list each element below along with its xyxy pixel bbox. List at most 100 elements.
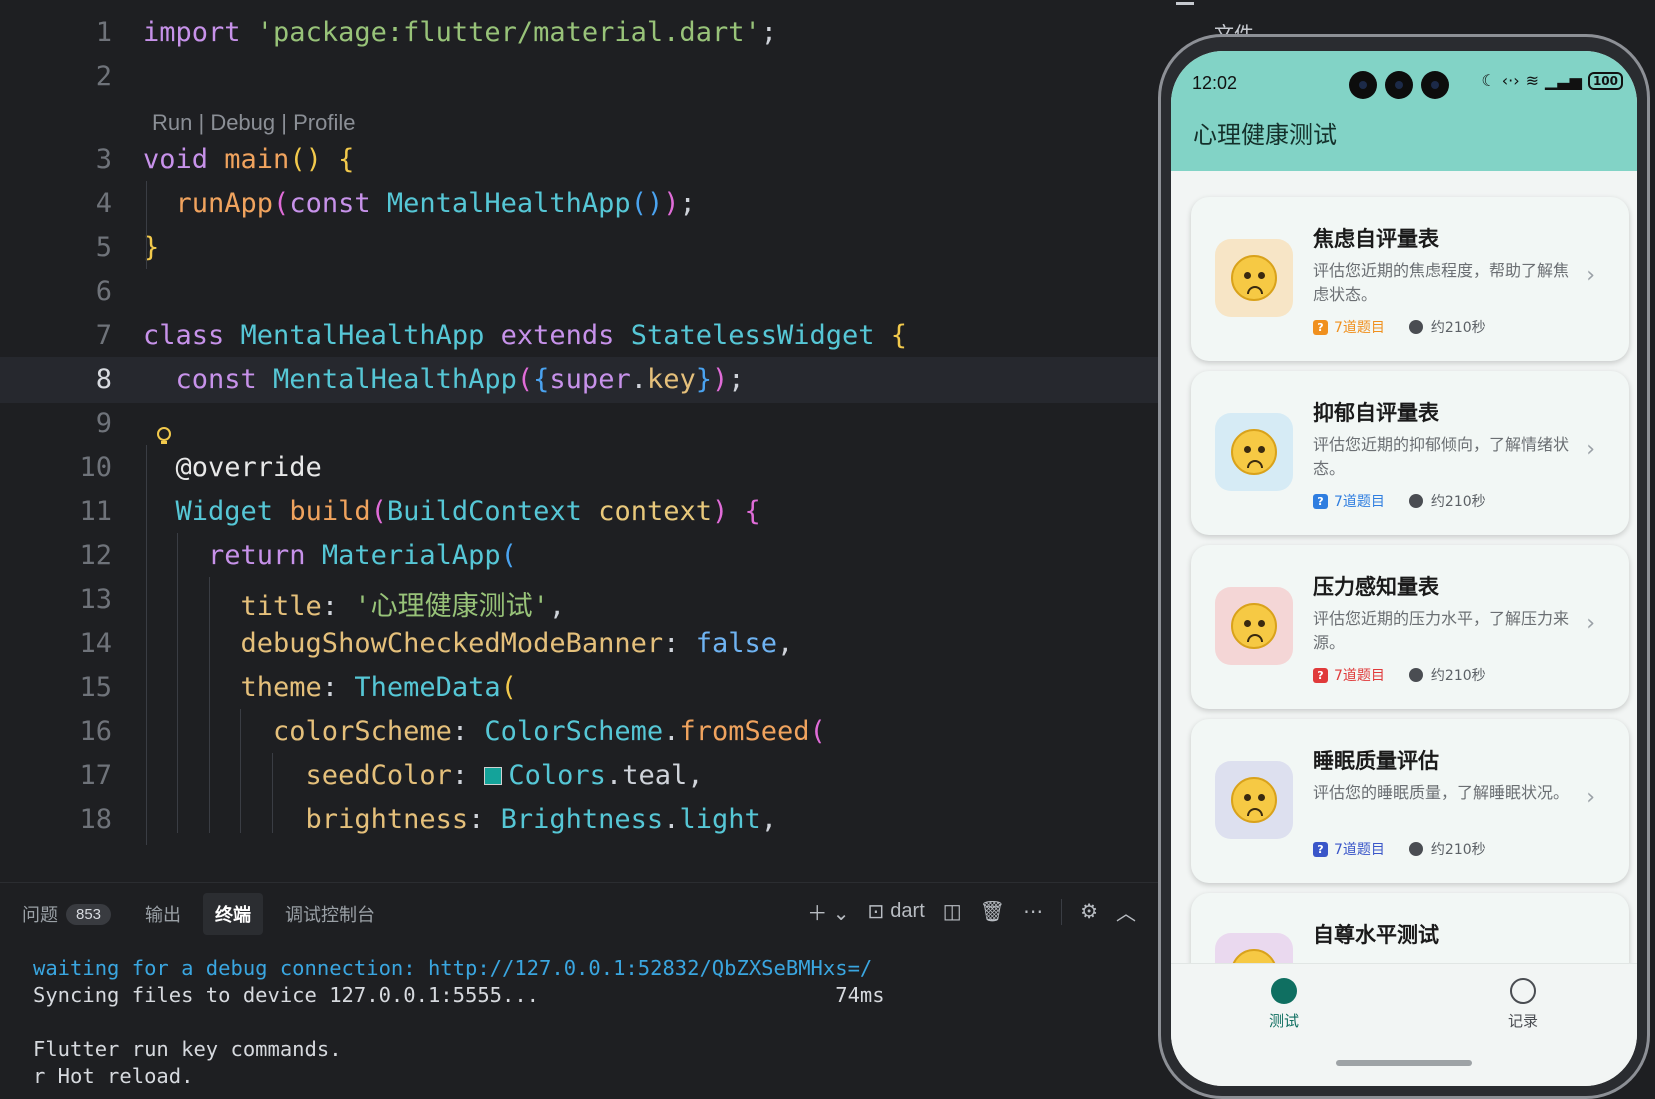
terminal-line: waiting for a debug connection: http://1… (33, 956, 873, 980)
line-number: 15 (79, 672, 112, 703)
terminal-icon: ⊡ (867, 901, 885, 923)
chevron-right-icon: › (1586, 437, 1595, 462)
indent-guide (146, 445, 147, 845)
home-indicator[interactable] (1336, 1060, 1472, 1066)
test-card[interactable]: 抑郁自评量表 评估您近期的抑郁倾向，了解情绪状态。? 7道题目 约210秒 › (1191, 371, 1629, 535)
code-token: ( (516, 364, 534, 395)
split-terminal-icon[interactable]: ◫ (943, 899, 962, 924)
tab-terminal[interactable]: 终端 (203, 893, 264, 935)
lightbulb-icon[interactable] (156, 426, 172, 448)
code-token: BuildContext (386, 496, 599, 527)
toolbar-divider (1061, 898, 1063, 925)
line-number: 14 (79, 628, 112, 659)
code-line[interactable]: 1 import 'package:flutter/material.dart'; (0, 10, 1160, 56)
line-number: 11 (79, 496, 112, 527)
code-token: : (468, 804, 501, 835)
test-card[interactable]: 睡眠质量评估 评估您的睡眠质量，了解睡眠状况。? 7道题目 约210秒 › (1191, 719, 1629, 883)
code-token: teal (622, 760, 688, 791)
test-card[interactable]: 压力感知量表评估您近期的压力水平，了解压力来源。 ? 7道题目 约210秒 › (1191, 545, 1629, 709)
line-number: 3 (95, 144, 112, 175)
scrollbar-marker[interactable] (1176, 2, 1194, 5)
settings-sliders-icon[interactable]: ⚙ (1080, 899, 1098, 924)
code-line[interactable]: 2 (0, 54, 1160, 100)
card-meta: ? 7道题目 约210秒 (1313, 665, 1486, 685)
tab-problems[interactable]: 问题 853 (10, 893, 123, 935)
code-token: fromSeed (679, 716, 810, 747)
new-terminal-icon[interactable]: ＋ ⌄ (807, 897, 849, 926)
tab-debug-console[interactable]: 调试控制台 (273, 893, 387, 935)
code-line[interactable]: 13 title: '心理健康测试', (0, 577, 1160, 623)
line-number: 9 (95, 408, 112, 439)
code-token: false (695, 628, 777, 659)
codelens-profile-link[interactable]: Profile (293, 110, 355, 135)
code-line[interactable]: 4 runApp(const MentalHealthApp()); (0, 181, 1160, 227)
code-editor[interactable]: 1 import 'package:flutter/material.dart';… (0, 0, 1160, 882)
code-text: title: '心理健康测试', (143, 584, 566, 623)
code-token: theme (143, 672, 322, 703)
code-line[interactable]: 8 const MentalHealthApp({super.key}); (0, 357, 1160, 403)
code-token: brightness (143, 804, 469, 835)
trash-icon[interactable]: 🗑 (980, 899, 1005, 924)
code-line[interactable]: 5} (0, 225, 1160, 271)
face-eye (1244, 446, 1251, 453)
code-line[interactable]: 6 (0, 269, 1160, 315)
code-token: ) (711, 496, 745, 527)
code-line[interactable]: 11 Widget build(BuildContext context) { (0, 489, 1160, 535)
code-line[interactable]: 17 seedColor: Colors.teal, (0, 753, 1160, 799)
wifi-icon: ≋ (1525, 71, 1540, 90)
test-card[interactable]: 自尊水平测试 (1191, 893, 1629, 963)
test-card[interactable]: 焦虑自评量表 评估您近期的焦虑程度，帮助了解焦虑状态。? 7道题目 约210秒 › (1191, 197, 1629, 361)
code-token: { (533, 364, 550, 395)
terminal-profile[interactable]: ⊡ dart (868, 899, 925, 924)
code-token: . (663, 804, 680, 835)
nav-item-records[interactable]: 记录 (1463, 978, 1583, 1031)
terminal-output[interactable]: waiting for a debug connection: http://1… (33, 955, 885, 1090)
code-token: ) (712, 364, 729, 395)
card-description: 评估您近期的压力水平，了解压力来源。 (1313, 609, 1570, 652)
question-count: 7道题目 (1334, 494, 1385, 510)
code-token: ThemeData (354, 672, 501, 703)
tab-output[interactable]: 输出 (133, 893, 193, 935)
more-icon[interactable]: ⋯ (1023, 899, 1043, 924)
indent-guide (146, 181, 147, 269)
app-bar: 12:02 ☾ ‹·› ≋ ▁▃▅ 100 心理健康测试 (1171, 51, 1637, 171)
code-line[interactable]: 7 class MentalHealthApp extends Stateless… (0, 313, 1160, 359)
code-token: colorScheme (143, 716, 452, 747)
card-title: 压力感知量表 (1313, 575, 1439, 599)
card-description: 评估您的睡眠质量，了解睡眠状况。 (1313, 783, 1570, 802)
test-list[interactable]: 焦虑自评量表 评估您近期的焦虑程度，帮助了解焦虑状态。? 7道题目 约210秒 › 抑郁自… (1171, 171, 1637, 963)
chevron-right-icon: › (1586, 611, 1595, 636)
chevron-right-icon: › (1586, 785, 1595, 810)
chevron-right-icon: › (1586, 263, 1595, 288)
code-line[interactable]: 14 debugShowCheckedModeBanner: false, (0, 621, 1160, 667)
code-line[interactable]: 16 colorScheme: ColorScheme.fromSeed( (0, 709, 1160, 755)
code-token: class (143, 320, 241, 351)
panel-toolbar: ＋ ⌄ ⊡ dart ◫ 🗑 ⋯ ⚙ ︿ (807, 897, 1136, 926)
code-line[interactable]: 18 brightness: Brightness.light, (0, 797, 1160, 843)
code-token: build (289, 496, 371, 527)
card-title: 自尊水平测试 (1313, 923, 1439, 947)
chevron-up-icon[interactable]: ︿ (1116, 897, 1136, 926)
code-token: ; (679, 188, 696, 219)
timer-icon (1408, 320, 1423, 334)
code-token: ( (273, 188, 290, 219)
code-line[interactable]: 10 @override (0, 445, 1160, 491)
code-line[interactable]: 3 void main() { (0, 137, 1160, 183)
face-eye (1258, 620, 1265, 627)
code-token: runApp (143, 188, 274, 219)
code-token: MaterialApp (321, 540, 501, 571)
code-line[interactable]: 12 return MaterialApp( (0, 533, 1160, 579)
code-token: const (143, 364, 274, 395)
code-token: . (663, 716, 680, 747)
codelens-run-link[interactable]: Run (152, 110, 192, 135)
code-line[interactable]: 9 (0, 401, 1160, 447)
codelens-debug-link[interactable]: Debug (210, 110, 275, 135)
code-token: ; (728, 364, 745, 395)
code-line[interactable]: 15 theme: ThemeData( (0, 665, 1160, 711)
camera-icon (1421, 71, 1449, 99)
camera-icon (1385, 71, 1413, 99)
nav-item-tests[interactable]: 测试 (1224, 978, 1344, 1031)
color-swatch[interactable] (484, 767, 503, 785)
stressed-face-icon (1231, 603, 1277, 649)
